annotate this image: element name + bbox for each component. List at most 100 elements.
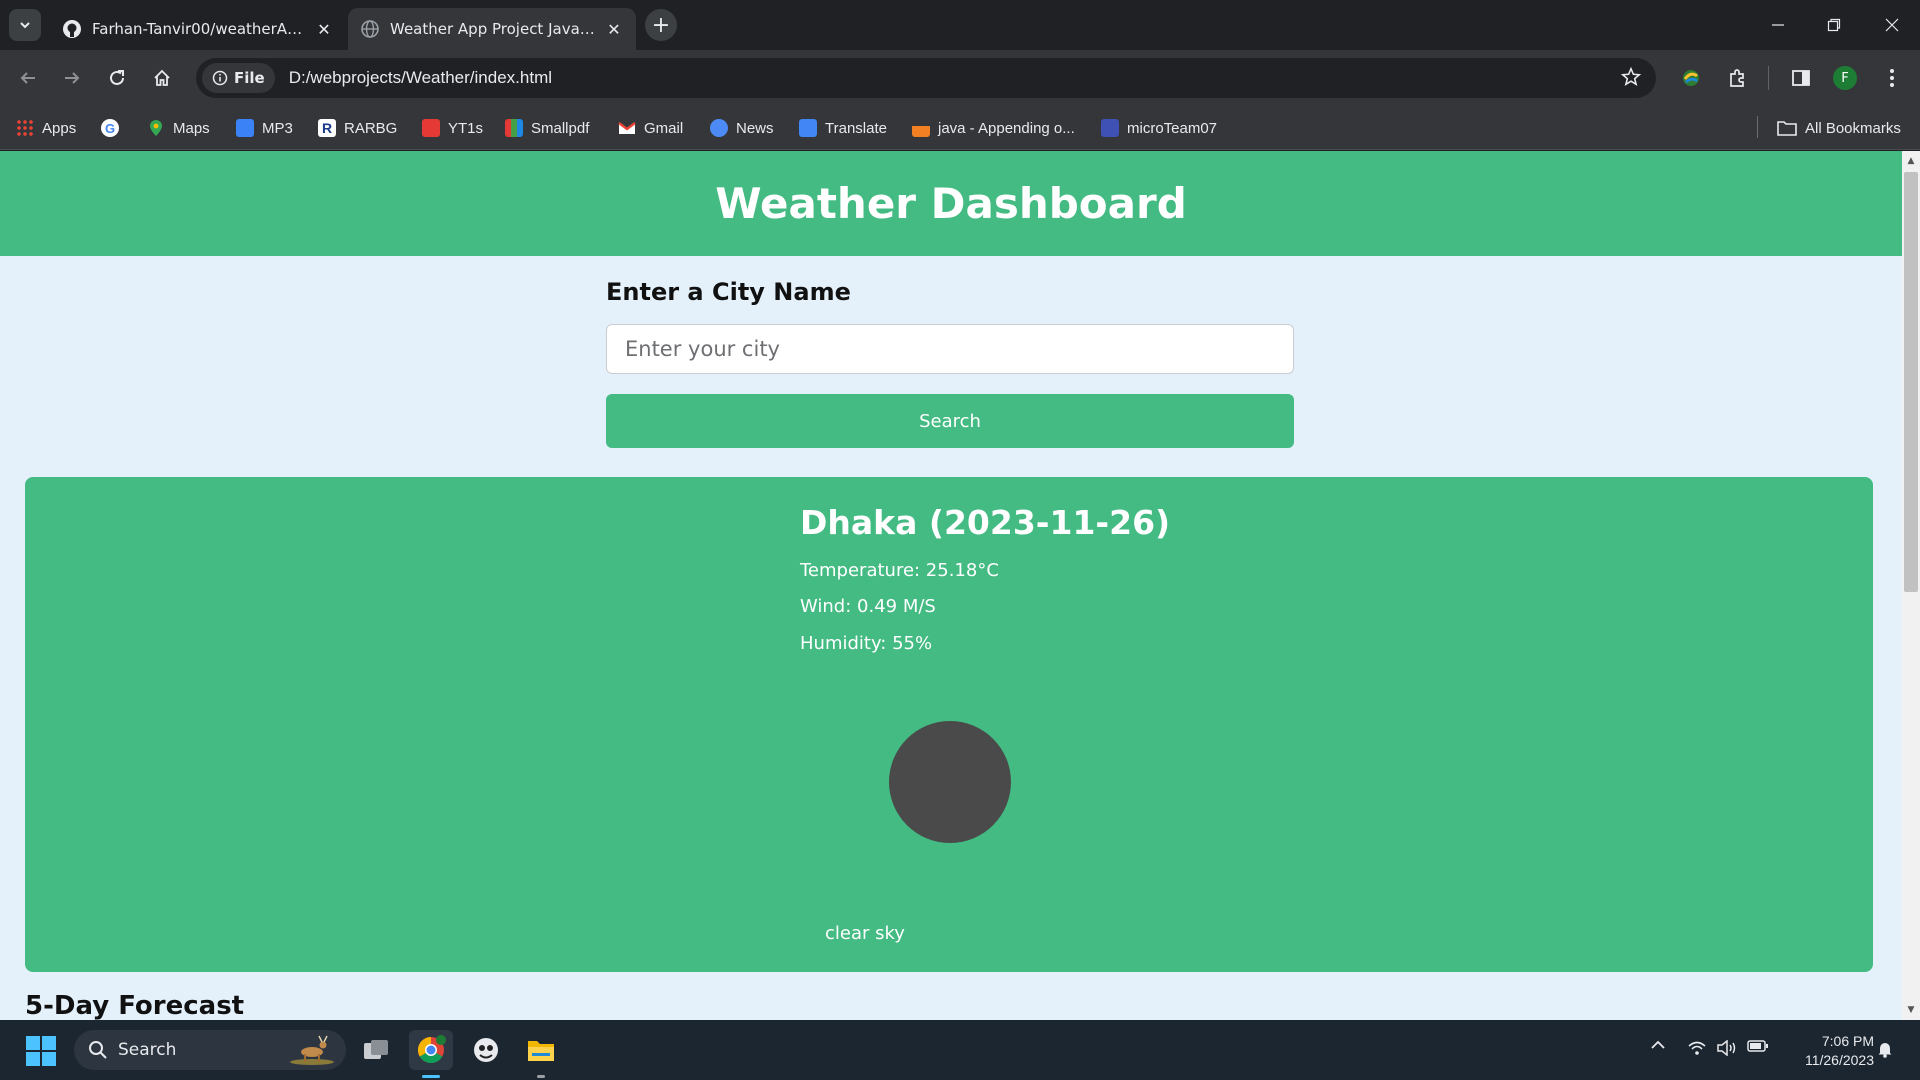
google-icon: G bbox=[101, 119, 119, 137]
profile-avatar[interactable]: F bbox=[1833, 66, 1857, 90]
volume-button[interactable] bbox=[1716, 1040, 1738, 1056]
search-button[interactable]: Search bbox=[606, 394, 1294, 448]
tab-github[interactable]: Farhan-Tanvir00/weatherAssignment ✕ bbox=[50, 8, 346, 50]
bookmark-rarbg[interactable]: R RARBG bbox=[318, 117, 397, 139]
bookmark-label: java - Appending o... bbox=[938, 119, 1075, 137]
new-tab-button[interactable]: + bbox=[645, 9, 677, 41]
bookmark-label: Maps bbox=[173, 119, 210, 137]
bookmarks-bar: Apps G Maps MP3 R RARBG YT1s Smallpdf Gm… bbox=[0, 106, 1920, 150]
bookmark-maps[interactable]: Maps bbox=[147, 117, 210, 139]
taskbar-app-2[interactable] bbox=[464, 1030, 508, 1070]
taskbar-chrome[interactable] bbox=[409, 1030, 453, 1070]
extension-button[interactable] bbox=[1675, 62, 1707, 94]
task-view-icon bbox=[364, 1040, 388, 1059]
bookmark-label: MP3 bbox=[262, 119, 293, 137]
bookmark-apps[interactable]: Apps bbox=[16, 117, 76, 139]
tab-strip: Farhan-Tanvir00/weatherAssignment ✕ Weat… bbox=[0, 0, 1920, 50]
page-viewport: Weather Dashboard Enter a City Name Sear… bbox=[0, 151, 1902, 1020]
chrome-running-indicator bbox=[422, 1075, 440, 1078]
news-icon bbox=[710, 119, 728, 137]
back-button[interactable] bbox=[12, 62, 44, 94]
yt1s-icon bbox=[422, 119, 440, 137]
bookmark-yt1s[interactable]: YT1s bbox=[422, 117, 483, 139]
bookmark-label: Apps bbox=[42, 119, 77, 137]
bookmark-smallpdf[interactable]: Smallpdf bbox=[505, 117, 589, 139]
bookmark-mp3[interactable]: MP3 bbox=[236, 117, 293, 139]
side-panel-icon bbox=[1792, 70, 1810, 86]
address-bar[interactable]: File D:/webprojects/Weather/index.html bbox=[196, 58, 1656, 98]
show-hidden-icons-button[interactable] bbox=[1648, 1040, 1668, 1050]
tab-search-button[interactable] bbox=[9, 9, 41, 41]
bookmark-translate[interactable]: Translate bbox=[799, 117, 887, 139]
city-date-title: Dhaka (2023-11-26) bbox=[800, 503, 1171, 542]
all-bookmarks-button[interactable]: All Bookmarks bbox=[1777, 117, 1901, 139]
minimize-button[interactable] bbox=[1750, 0, 1806, 50]
bookmark-label: microTeam07 bbox=[1127, 119, 1218, 137]
bookmark-microteam[interactable]: microTeam07 bbox=[1101, 117, 1217, 139]
taskbar-search-label: Search bbox=[118, 1040, 177, 1060]
microteam-icon bbox=[1101, 119, 1119, 137]
wifi-button[interactable] bbox=[1686, 1040, 1708, 1056]
toolbar-divider bbox=[1768, 66, 1769, 90]
task-view-button[interactable] bbox=[354, 1030, 398, 1070]
bookmark-gmail[interactable]: Gmail bbox=[618, 117, 683, 139]
forward-button[interactable] bbox=[56, 62, 88, 94]
current-weather-card: Dhaka (2023-11-26) Temperature: 25.18°C … bbox=[25, 477, 1873, 972]
puzzle-icon bbox=[1730, 69, 1744, 87]
humidity-text: Humidity: 55% bbox=[800, 633, 933, 654]
scroll-up-arrow-icon[interactable]: ▲ bbox=[1904, 154, 1918, 168]
site-info-chip[interactable]: File bbox=[202, 63, 275, 93]
side-panel-button[interactable] bbox=[1785, 62, 1817, 94]
home-button[interactable] bbox=[146, 62, 178, 94]
weather-description: clear sky bbox=[825, 923, 905, 944]
tab-weather-app[interactable]: Weather App Project JavaScript ✕ bbox=[348, 8, 636, 50]
city-input-label: Enter a City Name bbox=[606, 278, 851, 306]
wifi-icon bbox=[1688, 1041, 1706, 1055]
scroll-down-arrow-icon[interactable]: ▼ bbox=[1904, 1003, 1918, 1017]
bookmark-label: Gmail bbox=[644, 119, 684, 137]
battery-icon bbox=[1747, 1040, 1768, 1052]
minimize-icon bbox=[1772, 24, 1784, 26]
page-header: Weather Dashboard bbox=[0, 151, 1902, 256]
arrow-right-icon bbox=[65, 72, 80, 84]
bookmark-google[interactable]: G bbox=[100, 117, 120, 139]
city-input[interactable] bbox=[606, 324, 1294, 374]
close-window-button[interactable] bbox=[1864, 0, 1920, 50]
tab-title: Weather App Project JavaScript bbox=[390, 20, 596, 38]
bookmark-news[interactable]: News bbox=[710, 117, 774, 139]
close-tab-icon[interactable]: ✕ bbox=[604, 19, 624, 39]
bookmark-star-button[interactable] bbox=[1620, 66, 1642, 92]
battery-button[interactable] bbox=[1746, 1040, 1770, 1052]
start-button[interactable] bbox=[26, 1036, 56, 1066]
maps-icon bbox=[150, 120, 162, 136]
restore-icon bbox=[1827, 18, 1841, 32]
folder-explorer-icon bbox=[528, 1041, 554, 1061]
close-tab-icon[interactable]: ✕ bbox=[314, 19, 334, 39]
bookmarks-divider bbox=[1757, 116, 1758, 138]
restore-button[interactable] bbox=[1806, 0, 1862, 50]
chevron-down-icon bbox=[20, 22, 30, 29]
bookmark-stackoverflow[interactable]: java - Appending o... bbox=[912, 117, 1075, 139]
reload-icon bbox=[110, 70, 124, 85]
system-clock[interactable]: 7:06 PM 11/26/2023 bbox=[1784, 1032, 1874, 1070]
file-chip-label: File bbox=[234, 69, 265, 87]
home-icon bbox=[154, 69, 170, 86]
bookmark-label: RARBG bbox=[344, 119, 398, 137]
speaker-icon bbox=[1717, 1040, 1736, 1056]
forecast-heading: 5-Day Forecast bbox=[25, 991, 245, 1020]
scrollbar-thumb[interactable] bbox=[1904, 172, 1918, 592]
stackoverflow-icon bbox=[912, 119, 930, 137]
bookmark-label: YT1s bbox=[448, 119, 484, 137]
windows-taskbar: Search 7:06 PM 11/26/2023 bbox=[0, 1020, 1920, 1080]
smallpdf-icon bbox=[505, 119, 523, 137]
notifications-button[interactable] bbox=[1874, 1040, 1896, 1058]
browser-toolbar: File D:/webprojects/Weather/index.html bbox=[0, 50, 1920, 106]
bookmark-label: Translate bbox=[825, 119, 887, 137]
gmail-icon bbox=[618, 122, 636, 134]
extensions-button[interactable] bbox=[1721, 62, 1753, 94]
reload-button[interactable] bbox=[101, 62, 133, 94]
wind-text: Wind: 0.49 M/S bbox=[800, 596, 936, 617]
menu-button[interactable] bbox=[1876, 62, 1908, 94]
close-icon bbox=[1885, 18, 1899, 32]
taskbar-file-explorer[interactable] bbox=[519, 1030, 563, 1070]
